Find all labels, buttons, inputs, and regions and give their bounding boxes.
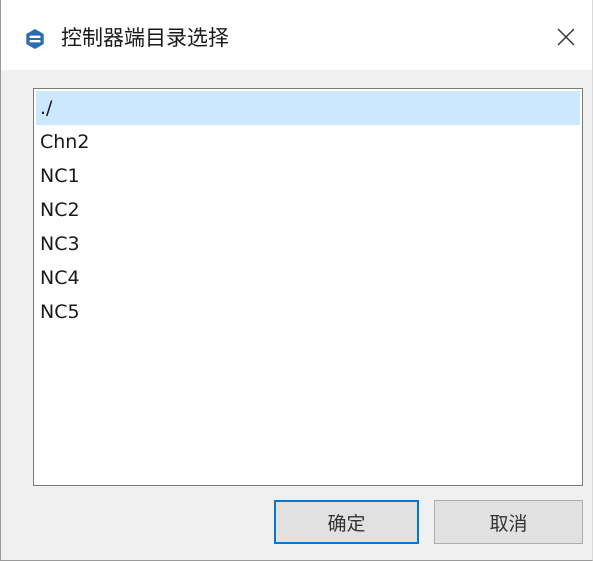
directory-listbox[interactable]: ./ Chn2 NC1 NC2 NC3 NC4 NC5 [33,88,583,486]
cancel-button[interactable]: 取消 [434,500,583,544]
directory-item-nc2[interactable]: NC2 [36,193,580,227]
directory-item-nc3[interactable]: NC3 [36,227,580,261]
directory-item-chn2[interactable]: Chn2 [36,125,580,159]
ok-button[interactable]: 确定 [274,500,419,544]
dialog-title: 控制器端目录选择 [61,26,229,50]
close-button[interactable] [540,10,592,68]
directory-item-nc5[interactable]: NC5 [36,295,580,329]
directory-item-nc1[interactable]: NC1 [36,159,580,193]
dialog-body: ./ Chn2 NC1 NC2 NC3 NC4 NC5 确定 取消 [1,70,592,560]
title-bar[interactable]: 控制器端目录选择 [1,0,592,70]
app-logo-icon [24,28,46,50]
directory-item-root[interactable]: ./ [36,91,580,125]
directory-select-dialog: 控制器端目录选择 ./ Chn2 NC1 NC2 NC3 NC4 NC5 确定 … [0,0,593,561]
close-icon [556,27,576,51]
directory-item-nc4[interactable]: NC4 [36,261,580,295]
